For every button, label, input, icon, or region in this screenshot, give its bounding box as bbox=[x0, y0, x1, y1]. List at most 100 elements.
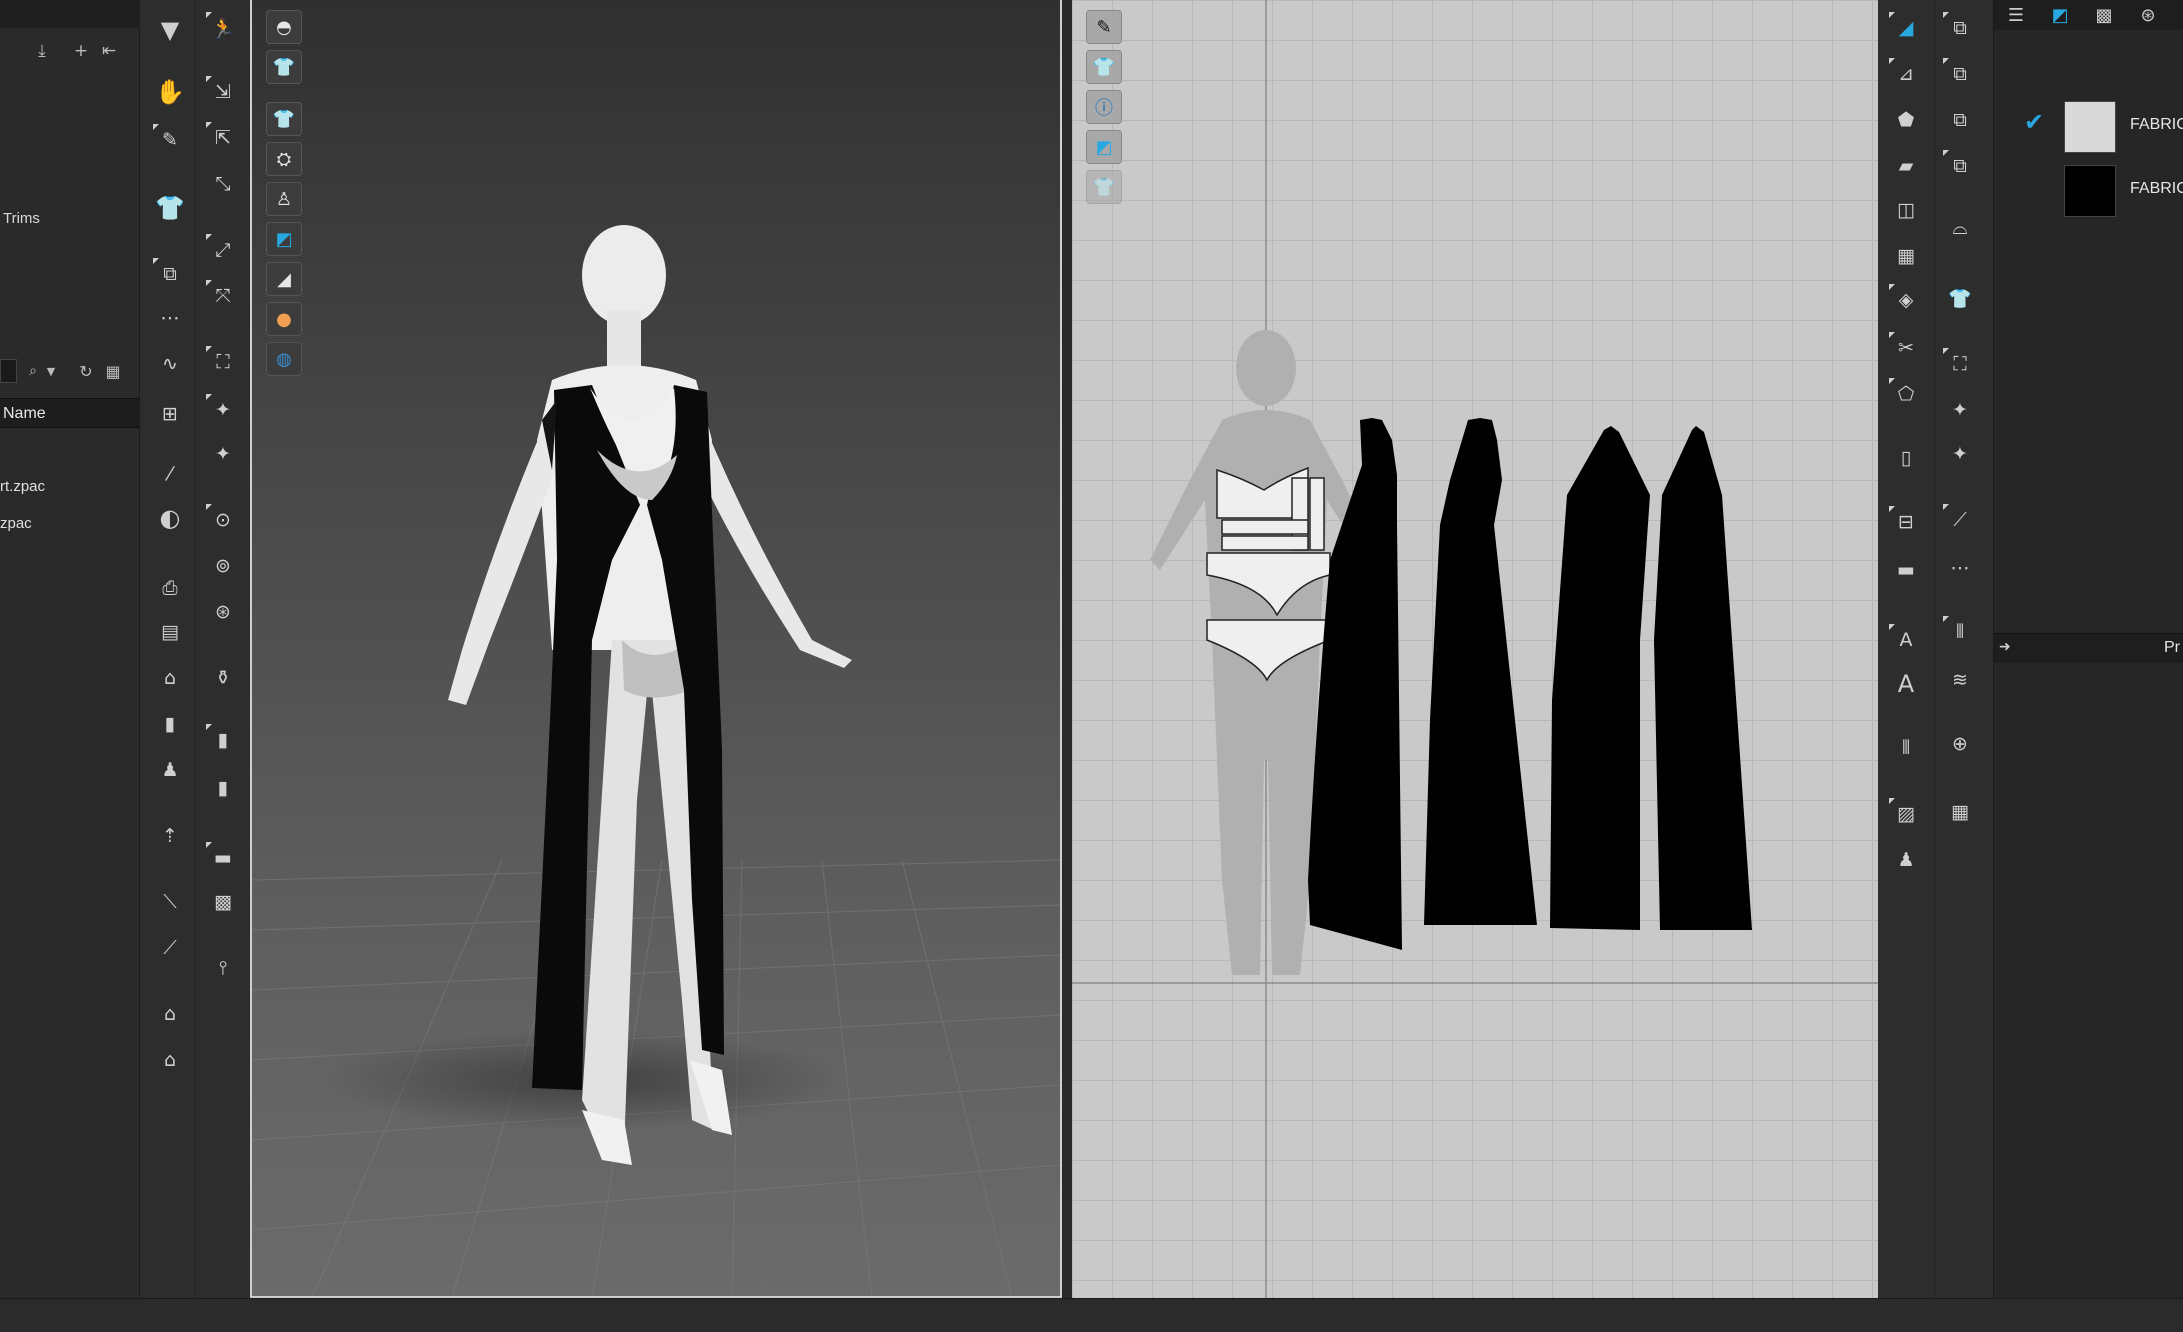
freesewing-icon[interactable]: ⧉ bbox=[1940, 56, 1980, 92]
search-input[interactable] bbox=[0, 359, 17, 383]
fabric-icon[interactable]: ◩ bbox=[1086, 130, 1122, 164]
trims-folder[interactable]: Trims bbox=[3, 210, 40, 227]
shirt-icon[interactable]: 👕 bbox=[1940, 280, 1980, 316]
fabric-list-item[interactable]: ✔ FABRIC bbox=[1994, 96, 2183, 158]
gift-icon[interactable]: ▦ bbox=[1940, 794, 1980, 830]
bead-alt-icon[interactable]: ⚱ bbox=[203, 660, 243, 696]
pose-icon[interactable]: ⤢ bbox=[203, 232, 243, 268]
hem-icon[interactable]: ⦀ bbox=[1886, 730, 1926, 766]
file-list-header[interactable]: Name bbox=[0, 398, 140, 428]
garment-display-icon[interactable]: 👕 bbox=[266, 50, 302, 84]
move-alt-icon[interactable]: ⤡ bbox=[203, 166, 243, 202]
shirt-faded-icon[interactable]: 👕 bbox=[1086, 170, 1122, 204]
file-item[interactable]: rt.zpac bbox=[0, 478, 45, 495]
fabric-icon[interactable]: ⛶ bbox=[203, 344, 243, 380]
list-icon[interactable]: ☰ bbox=[1994, 0, 2038, 30]
property-editor-header[interactable]: ➜ Pr bbox=[1994, 633, 2183, 663]
dropdown-caret-icon[interactable]: ▼ bbox=[40, 360, 62, 382]
rectangle-icon[interactable]: ⬟ bbox=[1886, 102, 1926, 138]
buttonhole-icon[interactable]: ✦ bbox=[1940, 392, 1980, 428]
segment-sewing-icon[interactable]: ⋯ bbox=[150, 300, 190, 336]
expand-arrow-icon[interactable]: ➜ bbox=[1999, 639, 2011, 655]
shirt-alt-icon[interactable]: ⌂ bbox=[150, 996, 190, 1032]
fold-icon[interactable]: ⌂ bbox=[150, 660, 190, 696]
fold-arrange-icon[interactable]: ▨ bbox=[1886, 796, 1926, 832]
pin-tool-icon[interactable]: ⫯ bbox=[203, 950, 243, 986]
shading-icon[interactable]: ◢ bbox=[266, 262, 302, 296]
internal-polygon-icon[interactable]: ◫ bbox=[1886, 192, 1926, 228]
add-icon[interactable]: ⊕ bbox=[1940, 726, 1980, 762]
notch-icon[interactable]: ⬠ bbox=[1886, 376, 1926, 412]
layer-icon[interactable]: ▮ bbox=[203, 770, 243, 806]
line-icon[interactable]: ◐ bbox=[150, 500, 190, 536]
pattern-icon[interactable]: ✦ bbox=[203, 436, 243, 472]
download-icon[interactable]: ⤓ bbox=[31, 40, 53, 62]
bead-icon[interactable]: ⊛ bbox=[203, 594, 243, 630]
transform-pattern-icon[interactable]: ✎ bbox=[150, 122, 190, 158]
ruler-icon[interactable]: ⋯ bbox=[1940, 550, 1980, 586]
back-arrow-icon[interactable]: ⇤ bbox=[98, 40, 120, 62]
avatar-icon[interactable]: 👕 bbox=[150, 190, 190, 226]
button-icon[interactable]: ⊛ bbox=[2126, 0, 2170, 30]
select-icon[interactable]: ⇲ bbox=[203, 74, 243, 110]
shirt-icon[interactable]: 👕 bbox=[1086, 50, 1122, 84]
corner-tool-icon[interactable]: ◢ bbox=[1886, 10, 1926, 46]
shirt-display-icon[interactable]: 👕 bbox=[266, 102, 302, 136]
shirt-alt2-icon[interactable]: ⌂ bbox=[150, 1042, 190, 1078]
name-column-header[interactable]: Name bbox=[3, 405, 46, 423]
button-icon[interactable]: ⛶ bbox=[1940, 346, 1980, 382]
check-sewing-icon[interactable]: ⧉ bbox=[1940, 102, 1980, 138]
trace-icon[interactable]: ▯ bbox=[1886, 440, 1926, 476]
simulation-icon[interactable]: ▼ bbox=[150, 12, 190, 48]
avatar-pose-icon[interactable]: ♙ bbox=[266, 182, 302, 216]
move-icon[interactable]: ⇱ bbox=[203, 120, 243, 156]
seam-allowance-icon[interactable]: ⊟ bbox=[1886, 504, 1926, 540]
texture-icon[interactable]: ▩ bbox=[2082, 0, 2126, 30]
garment-icon[interactable]: ⟍ bbox=[150, 884, 190, 920]
measure-icon[interactable]: ⊙ bbox=[203, 502, 243, 538]
refresh-icon[interactable]: ↻ bbox=[75, 360, 97, 382]
skin-icon[interactable]: ● bbox=[266, 302, 302, 336]
viewport-divider[interactable] bbox=[1062, 0, 1072, 1298]
ruler-icon[interactable]: ⎙ bbox=[150, 570, 190, 606]
freesewing-icon[interactable]: ∿ bbox=[150, 346, 190, 382]
globe-icon[interactable]: ◍ bbox=[266, 342, 302, 376]
3d-garment-viewport[interactable]: ◓ 👕 👕 ⛭ ♙ ◩ ◢ ● ◍ bbox=[250, 0, 1062, 1298]
trims-icon[interactable]: ▮ bbox=[150, 706, 190, 742]
zipper-icon[interactable]: ⇡ bbox=[150, 818, 190, 854]
arrange-icon[interactable]: ▬ bbox=[203, 840, 243, 876]
brush-icon[interactable]: ✎ bbox=[1086, 10, 1122, 44]
fabric-list-item[interactable]: FABRIC bbox=[1994, 160, 2183, 222]
pin-icon[interactable]: ⊞ bbox=[150, 396, 190, 432]
file-item[interactable]: zpac bbox=[0, 515, 32, 532]
grading-icon[interactable]: ▬ bbox=[1886, 552, 1926, 588]
brush-icon[interactable]: ▤ bbox=[150, 614, 190, 650]
ellipse-icon[interactable]: ▰ bbox=[1886, 148, 1926, 184]
fabric-display-icon[interactable]: ◩ bbox=[266, 222, 302, 256]
walk-icon[interactable]: 🏃 bbox=[203, 10, 243, 46]
texture-display-icon[interactable]: ⛭ bbox=[266, 142, 302, 176]
zigzag-icon[interactable]: ≋ bbox=[1940, 662, 1980, 698]
tape-icon[interactable]: ⟋ bbox=[1940, 502, 1980, 538]
texture-icon[interactable]: ✦ bbox=[203, 392, 243, 428]
sewing-icon[interactable]: ⧉ bbox=[150, 256, 190, 292]
gradient-icon[interactable]: ▩ bbox=[203, 884, 243, 920]
plus-icon[interactable]: + bbox=[70, 40, 92, 62]
gizmo-icon[interactable]: ⊚ bbox=[203, 548, 243, 584]
person-icon[interactable]: ♟ bbox=[1886, 842, 1926, 878]
select-mesh-icon[interactable]: ✋ bbox=[150, 74, 190, 110]
segment-sewing-icon[interactable]: ⧉ bbox=[1940, 10, 1980, 46]
fold-tool-icon[interactable]: ▮ bbox=[203, 722, 243, 758]
fabric-tab-icon[interactable]: ◩ bbox=[2038, 0, 2082, 30]
edit-sewing-icon[interactable]: ⧉ bbox=[1940, 148, 1980, 184]
stitch-icon[interactable]: ⦀ bbox=[1940, 614, 1980, 650]
bead-icon[interactable]: ✦ bbox=[1940, 436, 1980, 472]
iron-icon[interactable]: ⌓ bbox=[1940, 210, 1980, 246]
internal-rect-icon[interactable]: ▦ bbox=[1886, 238, 1926, 274]
grid-view-icon[interactable]: ▦ bbox=[102, 360, 124, 382]
avatar-display-icon[interactable]: ◓ bbox=[266, 10, 302, 44]
button-icon[interactable]: ♟ bbox=[150, 752, 190, 788]
polygon-icon[interactable]: ⊿ bbox=[1886, 56, 1926, 92]
info-icon[interactable]: ⓘ bbox=[1086, 90, 1122, 124]
2d-pattern-viewport[interactable]: ✎ 👕 ⓘ ◩ 👕 bbox=[1072, 0, 1878, 1298]
